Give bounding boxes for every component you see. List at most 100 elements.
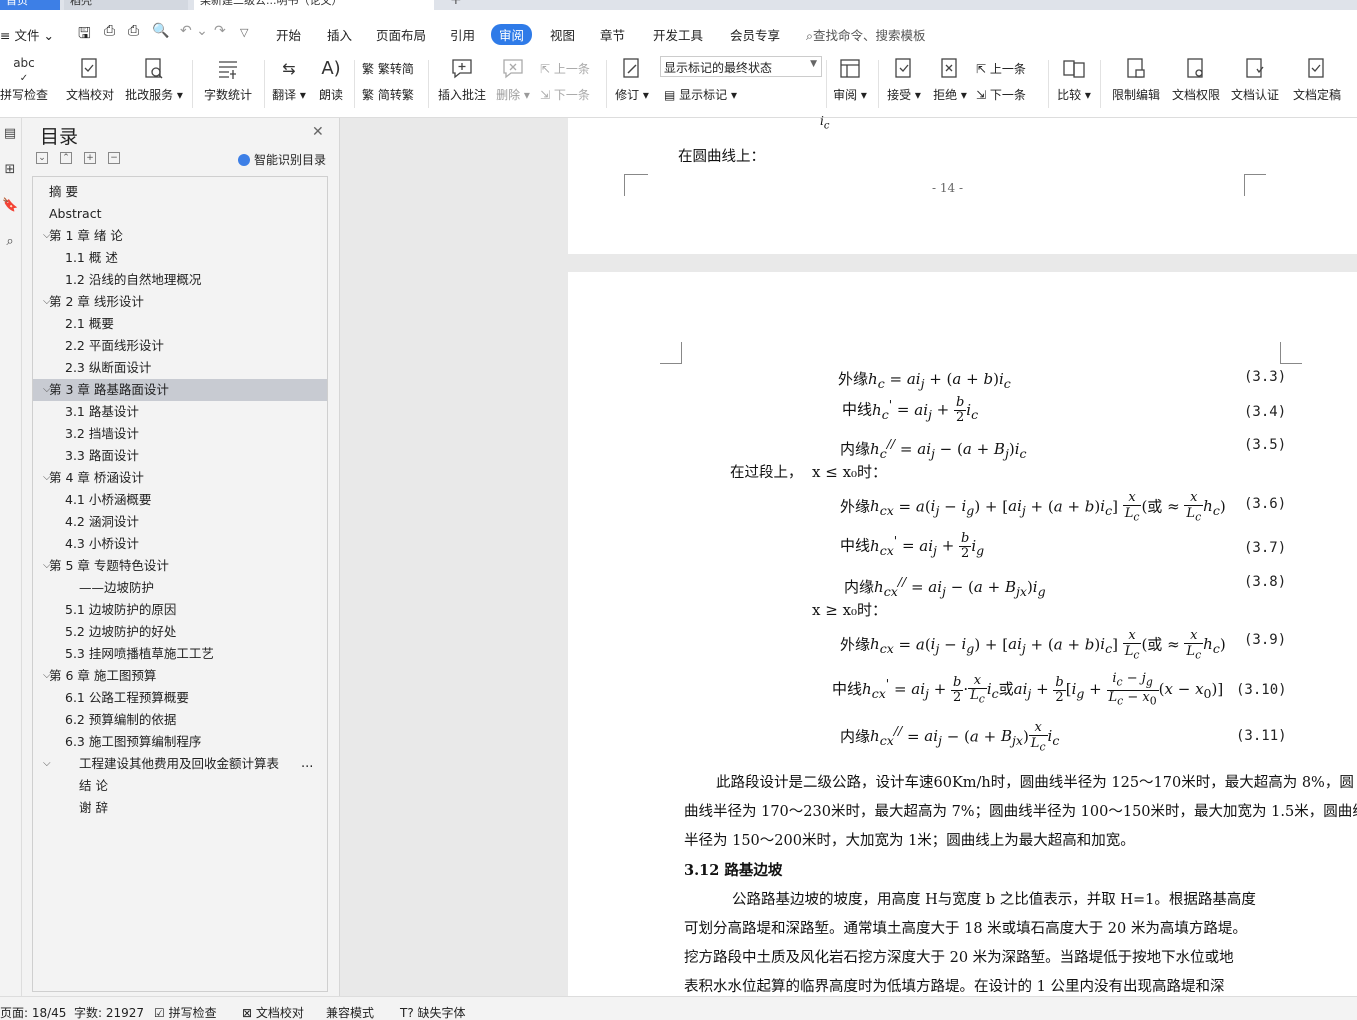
- toc-item[interactable]: ⌵ 第 3 章 路基路面设计: [33, 379, 327, 401]
- menu-page-layout[interactable]: 页面布局: [376, 25, 426, 44]
- toc-item[interactable]: 谢 辞: [33, 797, 327, 819]
- toc-item[interactable]: ⌵ 第 5 章 专题特色设计: [33, 555, 327, 577]
- doc-permission-button[interactable]: 文档权限: [1168, 56, 1224, 103]
- compare-button[interactable]: 比较 ▾: [1054, 56, 1094, 103]
- show-markup-button[interactable]: ▤ 显示标记 ▾: [664, 86, 737, 103]
- save-icon[interactable]: 🖫: [78, 23, 91, 48]
- restrict-editing-button[interactable]: 限制编辑: [1108, 56, 1164, 103]
- translate-button[interactable]: ⇆ 翻译 ▾: [270, 56, 308, 103]
- missing-font-button[interactable]: T? 缺失字体: [400, 1004, 466, 1020]
- trad-label: 繁转简: [377, 62, 414, 76]
- export-pdf-icon[interactable]: ⎙: [104, 23, 115, 39]
- menu-insert[interactable]: 插入: [327, 25, 352, 44]
- toc-item[interactable]: 2.2 平面线形设计: [33, 335, 327, 357]
- toc-item[interactable]: 4.1 小桥涵概要: [33, 489, 327, 511]
- toc-item[interactable]: Abstract: [33, 203, 327, 225]
- toc-item[interactable]: 4.2 涵洞设计: [33, 511, 327, 533]
- read-aloud-button[interactable]: A) 朗读: [316, 56, 346, 103]
- chapter-icon[interactable]: ⊞: [2, 162, 18, 178]
- next-change-button[interactable]: ⇲ 下一条: [976, 86, 1026, 103]
- expand-all-icon[interactable]: ⌄: [36, 152, 48, 164]
- menu-developer[interactable]: 开发工具: [653, 25, 703, 44]
- word-count-button[interactable]: 字数统计: [202, 56, 254, 103]
- toc-item[interactable]: 1.1 概 述: [33, 247, 327, 269]
- simp-to-trad-button[interactable]: 繁 简转繁: [362, 86, 414, 103]
- toc-item[interactable]: 结 论: [33, 775, 327, 797]
- tab-daoke[interactable]: 稻壳: [64, 0, 188, 10]
- toc-item[interactable]: 3.3 路面设计: [33, 445, 327, 467]
- command-search[interactable]: ⌕查找命令、搜索模板: [806, 25, 926, 44]
- undo-icon[interactable]: ↶ ⌄: [180, 23, 208, 39]
- preview-icon[interactable]: 🔍: [152, 23, 169, 39]
- nav-icon-strip: ▤ ⊞ 🔖 ⌕: [0, 118, 22, 996]
- menu-view[interactable]: 视图: [550, 25, 575, 44]
- status-doc-proof[interactable]: ⊠ 文档校对: [242, 1004, 304, 1020]
- insert-comment-button[interactable]: 插入批注: [436, 56, 488, 103]
- trad-to-simp-button[interactable]: 繁 繁转简: [362, 60, 414, 77]
- toc-item[interactable]: 4.3 小桥设计: [33, 533, 327, 555]
- print-icon[interactable]: ⎙: [128, 23, 139, 39]
- document-page-14: ic 在圆曲线上： - 14 -: [568, 114, 1357, 254]
- smart-toc-button[interactable]: 智能识别目录: [238, 151, 326, 168]
- redo-icon[interactable]: ↷: [214, 23, 226, 39]
- reject-icon: [937, 56, 963, 82]
- toc-item[interactable]: ——边坡防护: [33, 577, 327, 599]
- toc-item[interactable]: 6.2 预算编制的依据: [33, 709, 327, 731]
- doc-finalize-button[interactable]: 文档定稿: [1290, 56, 1344, 103]
- toc-item[interactable]: ⌵ 第 1 章 绪 论: [33, 225, 327, 247]
- prev-change-button[interactable]: ⇱ 上一条: [976, 60, 1026, 77]
- equation-number: (3.8): [1244, 574, 1287, 590]
- tab-document[interactable]: 某新建二级公...明书（论文）: [194, 0, 434, 10]
- doc-certify-button[interactable]: 文档认证: [1228, 56, 1282, 103]
- menu-member[interactable]: 会员专享: [730, 25, 780, 44]
- chevron-down-icon[interactable]: ⌵: [43, 753, 51, 775]
- track-changes-button[interactable]: 修订 ▾: [612, 56, 652, 103]
- status-spell-check[interactable]: ☑ 拼写检查: [154, 1004, 217, 1020]
- doc-proof-button[interactable]: 文档校对: [64, 56, 116, 103]
- toc-item[interactable]: 6.1 公路工程预算概要: [33, 687, 327, 709]
- tab-home[interactable]: 首页: [0, 0, 60, 10]
- toc-item[interactable]: 5.2 边坡防护的好处: [33, 621, 327, 643]
- toc-item[interactable]: 6.3 施工图预算编制程序: [33, 731, 327, 753]
- menu-reference[interactable]: 引用: [450, 25, 475, 44]
- toc-item[interactable]: 1.2 沿线的自然地理概况: [33, 269, 327, 291]
- word-count-indicator[interactable]: 字数: 21927: [74, 1004, 144, 1020]
- toc-item[interactable]: ⌵ 第 4 章 桥涵设计: [33, 467, 327, 489]
- bookmark-icon[interactable]: 🔖: [2, 198, 18, 214]
- close-icon[interactable]: ✕: [312, 124, 324, 140]
- menu-review[interactable]: 审阅: [491, 24, 533, 45]
- accept-text: 接受: [887, 88, 912, 102]
- find-icon[interactable]: ⌕: [2, 234, 18, 250]
- prev-comment-button[interactable]: ⇱ 上一条: [540, 60, 590, 77]
- toc-item[interactable]: 摘 要: [33, 181, 327, 203]
- toc-item[interactable]: ⌵ 第 6 章 施工图预算: [33, 665, 327, 687]
- menu-file[interactable]: ≡ 文件 ⌄: [0, 25, 54, 44]
- toc-icon[interactable]: ▤: [2, 126, 18, 142]
- markup-state-select[interactable]: 显示标记的最终状态 ▼: [660, 56, 822, 77]
- toc-title: 目录: [40, 126, 79, 148]
- toc-item[interactable]: 3.2 挡墙设计: [33, 423, 327, 445]
- next-comment-button[interactable]: ⇲ 下一条: [540, 86, 590, 103]
- new-tab-button[interactable]: +: [444, 0, 464, 10]
- toc-item[interactable]: 2.1 概要: [33, 313, 327, 335]
- toc-item[interactable]: 5.1 边坡防护的原因: [33, 599, 327, 621]
- remove-heading-icon[interactable]: −: [108, 152, 120, 164]
- add-heading-icon[interactable]: +: [84, 152, 96, 164]
- toc-item[interactable]: 3.1 路基设计: [33, 401, 327, 423]
- toc-item[interactable]: ⌵ 第 2 章 线形设计: [33, 291, 327, 313]
- toc-item[interactable]: 2.3 纵断面设计: [33, 357, 327, 379]
- toc-item[interactable]: ⌵ 工程建设其他费用及回收金额计算表...: [33, 753, 327, 775]
- spell-check-button[interactable]: abc ✓ 拼写检查: [0, 56, 48, 103]
- collapse-all-icon[interactable]: ⌃: [60, 152, 72, 164]
- page-indicator[interactable]: 页面: 18/45: [0, 1004, 66, 1020]
- menu-start[interactable]: 开始: [276, 25, 301, 44]
- reject-button[interactable]: 拒绝 ▾: [930, 56, 970, 103]
- more-icon[interactable]: ...: [301, 753, 313, 775]
- review-service-button[interactable]: 批改服务 ▾: [124, 56, 184, 103]
- review-pane-button[interactable]: 审阅 ▾: [830, 56, 870, 103]
- menu-chapter[interactable]: 章节: [600, 25, 625, 44]
- toc-item[interactable]: 5.3 挂网喷播植草施工工艺: [33, 643, 327, 665]
- delete-comment-button[interactable]: 删除 ▾: [494, 56, 532, 103]
- accept-button[interactable]: 接受 ▾: [884, 56, 924, 103]
- quick-access-dropdown-icon[interactable]: ▽: [240, 26, 248, 39]
